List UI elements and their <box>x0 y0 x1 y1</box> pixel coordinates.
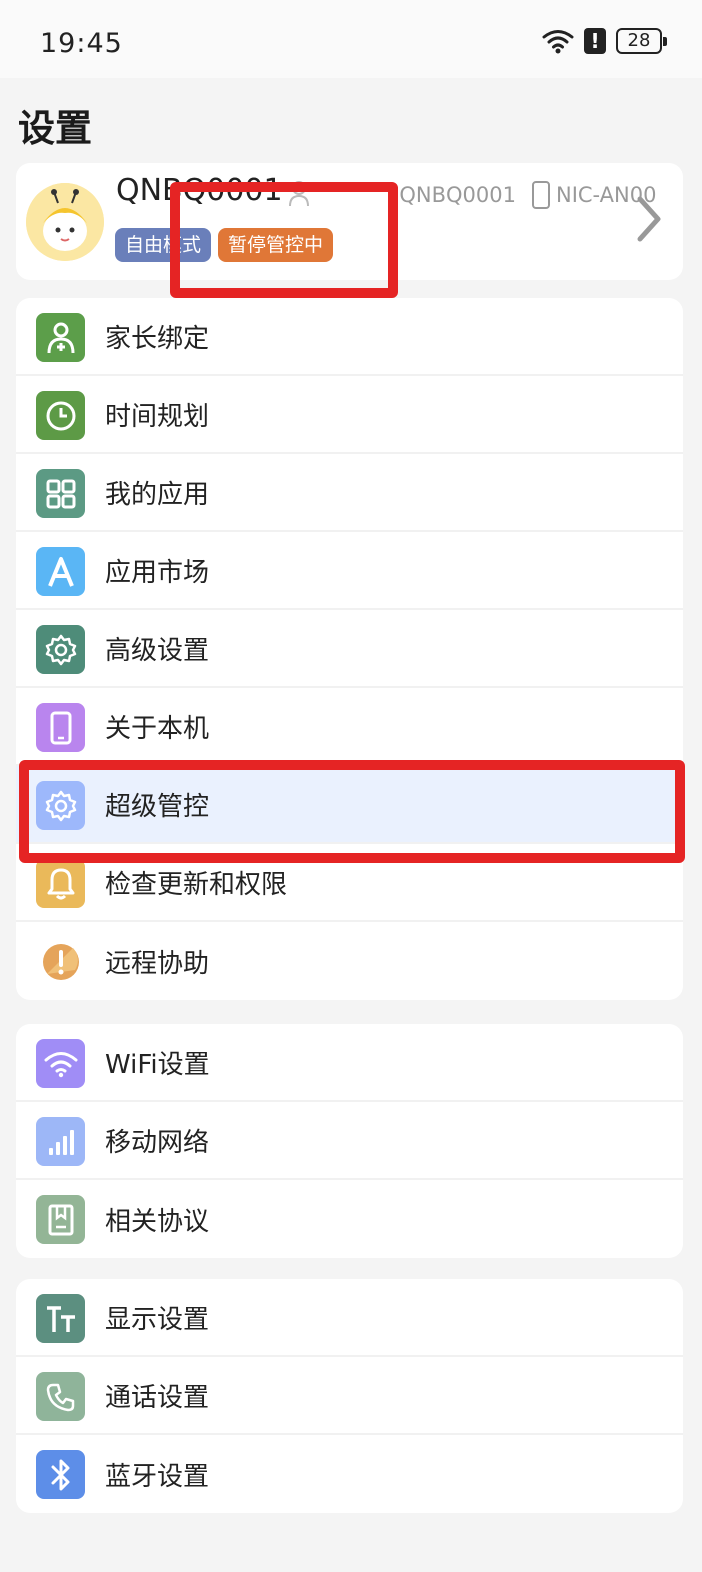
menu-item-label: WiFi设置 <box>105 1049 210 1080</box>
bluetooth-icon <box>36 1450 85 1499</box>
grid-icon <box>36 469 85 518</box>
parent-bind-icon <box>36 313 85 362</box>
menu-item-label: 时间规划 <box>105 401 210 432</box>
document-icon <box>36 1195 85 1244</box>
settings-group-network: WiFi设置 移动网络 相关协议 <box>16 1024 683 1258</box>
alert-circle-icon <box>36 937 85 986</box>
phone-icon <box>36 703 85 752</box>
menu-item-display[interactable]: 显示设置 <box>16 1279 683 1357</box>
menu-item-label: 通话设置 <box>105 1382 210 1413</box>
menu-item-agreements[interactable]: 相关协议 <box>16 1180 683 1258</box>
menu-item-advanced-settings[interactable]: 高级设置 <box>16 610 683 688</box>
account-id: 1QNBQ0001 <box>386 183 516 207</box>
wifi-icon <box>36 1039 85 1088</box>
menu-item-label: 相关协议 <box>105 1206 210 1237</box>
menu-item-label: 家长绑定 <box>105 323 210 354</box>
menu-item-label: 远程协助 <box>105 948 210 979</box>
menu-item-time-plan[interactable]: 时间规划 <box>16 376 683 454</box>
highlight-box-super-control <box>19 760 685 863</box>
page-title: 设置 <box>18 107 92 150</box>
highlight-box-status <box>170 182 398 298</box>
menu-item-mobile-network[interactable]: 移动网络 <box>16 1102 683 1180</box>
status-bar: 19:45 ! 28 <box>0 0 702 78</box>
menu-item-remote-assist[interactable]: 远程协助 <box>16 922 683 1000</box>
gear-icon <box>36 625 85 674</box>
call-icon <box>36 1372 85 1421</box>
menu-item-label: 移动网络 <box>105 1127 210 1158</box>
clock-icon <box>36 391 85 440</box>
phone-icon <box>531 181 550 209</box>
signal-icon <box>36 1117 85 1166</box>
menu-item-label: 显示设置 <box>105 1304 210 1335</box>
status-icons: ! 28 <box>542 28 667 54</box>
bell-icon <box>36 859 85 908</box>
text-size-icon <box>36 1294 85 1343</box>
status-time: 19:45 <box>40 28 123 59</box>
menu-item-label: 蓝牙设置 <box>105 1461 210 1492</box>
app-store-icon <box>36 547 85 596</box>
chevron-right-icon[interactable] <box>635 195 663 243</box>
menu-item-wifi[interactable]: WiFi设置 <box>16 1024 683 1102</box>
menu-item-parent-bind[interactable]: 家长绑定 <box>16 298 683 376</box>
menu-item-bluetooth[interactable]: 蓝牙设置 <box>16 1435 683 1513</box>
settings-group-main: 家长绑定 时间规划 我的应用 应用市场 高级设置 关于本机 超级管控 检查更新和… <box>16 298 683 1000</box>
profile-meta: 1QNBQ0001 NIC-AN00 <box>386 181 656 209</box>
menu-item-about-device[interactable]: 关于本机 <box>16 688 683 766</box>
menu-item-call[interactable]: 通话设置 <box>16 1357 683 1435</box>
wifi-icon <box>542 30 574 54</box>
menu-item-my-apps[interactable]: 我的应用 <box>16 454 683 532</box>
menu-item-label: 我的应用 <box>105 479 210 510</box>
avatar <box>26 183 104 261</box>
menu-item-app-store[interactable]: 应用市场 <box>16 532 683 610</box>
battery-icon: 28 <box>616 28 667 54</box>
menu-item-label: 检查更新和权限 <box>105 869 288 900</box>
settings-group-device: 显示设置 通话设置 蓝牙设置 <box>16 1279 683 1513</box>
menu-item-label: 高级设置 <box>105 635 210 666</box>
menu-item-label: 应用市场 <box>105 557 210 588</box>
menu-item-label: 关于本机 <box>105 713 210 744</box>
alert-icon: ! <box>584 28 606 54</box>
